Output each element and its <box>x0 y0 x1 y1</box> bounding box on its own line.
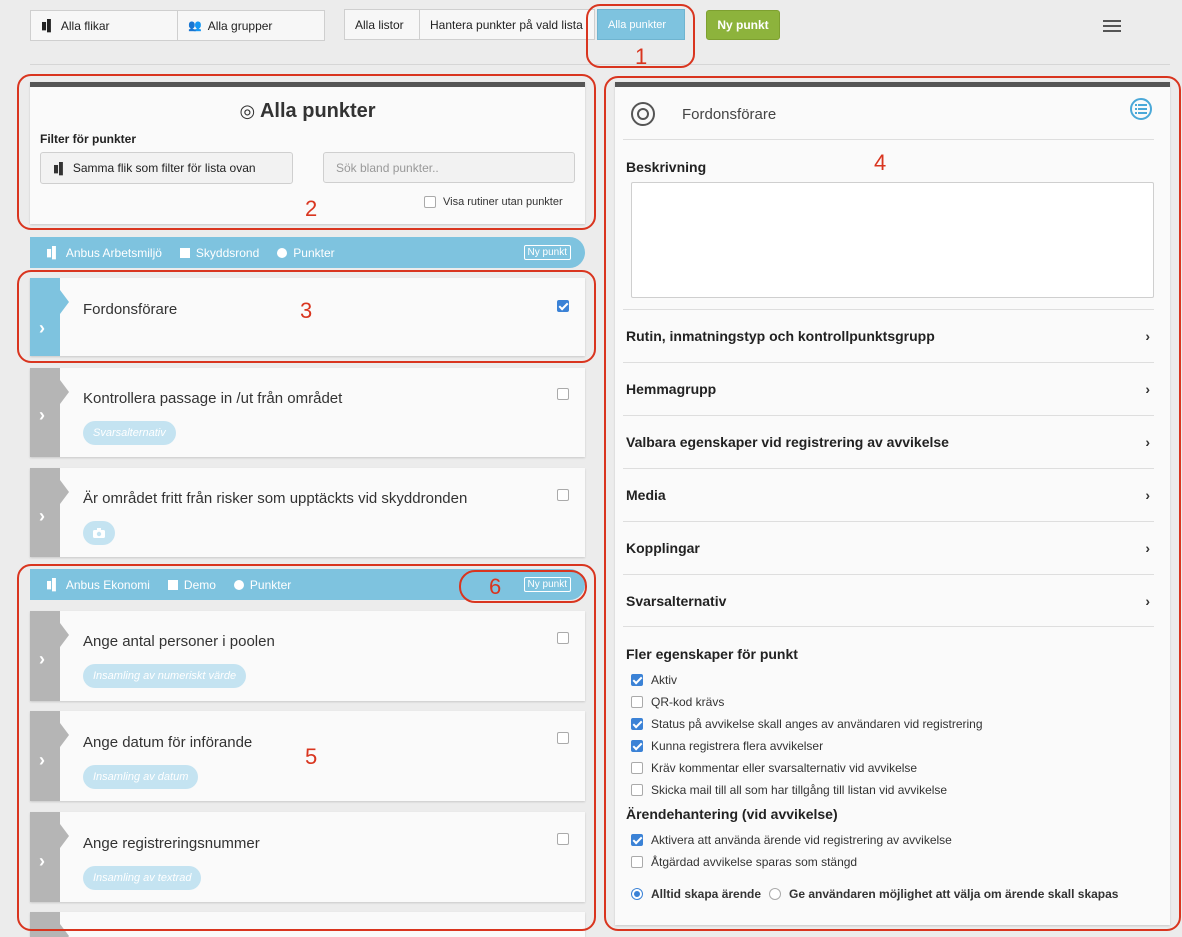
annotation-number: 4 <box>874 150 887 175</box>
list-item[interactable]: › Är området fritt från risker som upptä… <box>30 468 585 557</box>
point-icon <box>277 247 288 258</box>
users-icon: 👥 <box>188 20 202 32</box>
hamburger-menu-icon[interactable] <box>1103 20 1121 34</box>
item-expand-strip[interactable]: › <box>30 468 69 557</box>
chevron-right-icon: › <box>39 405 45 425</box>
annotation-number: 2 <box>305 196 318 221</box>
item-checkbox[interactable] <box>557 388 569 400</box>
item-checkbox[interactable] <box>557 489 569 501</box>
new-point-button[interactable]: Ny punkt <box>706 10 780 40</box>
chevron-right-icon: › <box>39 506 45 526</box>
item-title: Kontrollera passage in /ut från området <box>83 390 343 407</box>
item-title: Är området fritt från risker som upptäck… <box>83 490 468 507</box>
annotation-number: 3 <box>300 298 313 323</box>
all-tabs-button[interactable]: ▮▌ Alla flikar <box>30 10 178 41</box>
annotation-box-4 <box>604 76 1181 931</box>
list-item[interactable]: › Kontrollera passage in /ut från område… <box>30 368 585 457</box>
list-icon <box>179 247 190 258</box>
item-expand-strip[interactable]: › <box>30 368 69 457</box>
tab-icon: ▮▌ <box>41 20 55 32</box>
new-point-group-button[interactable]: Ny punkt <box>523 245 571 260</box>
tab-icon: ▮▌ <box>46 247 60 259</box>
item-tag: Svarsalternativ <box>83 421 176 445</box>
annotation-number: 6 <box>489 574 502 599</box>
group-header-arbetsmiljo[interactable]: ▮▌ Anbus Arbetsmiljö Skyddsrond Punkter N… <box>30 237 585 268</box>
annotation-number: 1 <box>635 44 648 69</box>
manage-points-button[interactable]: Hantera punkter på vald lista <box>419 9 595 40</box>
annotation-number: 5 <box>305 744 318 769</box>
annotation-box-6 <box>459 570 587 603</box>
camera-icon <box>83 521 115 545</box>
all-lists-button[interactable]: Alla listor <box>344 9 420 40</box>
all-groups-button[interactable]: 👥 Alla grupper <box>177 10 325 41</box>
